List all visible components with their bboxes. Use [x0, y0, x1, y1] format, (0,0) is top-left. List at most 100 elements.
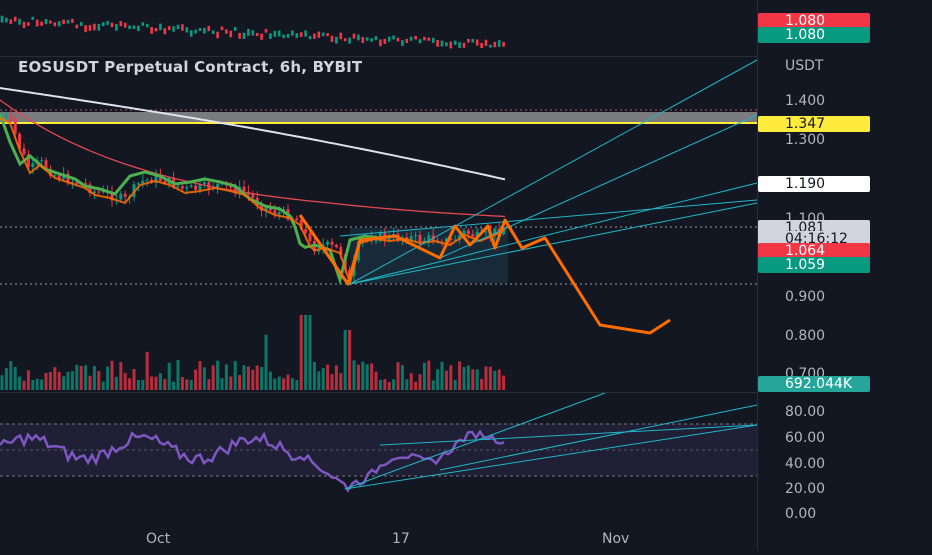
- volume-bar: [480, 378, 484, 390]
- mini-candle: [207, 25, 211, 32]
- mini-candle: [493, 41, 497, 48]
- volume-bar: [128, 378, 132, 390]
- mini-candle: [277, 30, 281, 37]
- volume-bar: [145, 351, 149, 390]
- mini-candle: [449, 41, 453, 49]
- candle-body: [22, 148, 26, 155]
- mini-candle: [414, 35, 417, 40]
- mini-candle: [445, 42, 448, 47]
- volume-bar: [84, 365, 88, 390]
- price-axis-label: 0.800: [785, 328, 826, 344]
- volume-bar: [211, 365, 215, 390]
- price-axis-currency: USDT: [785, 58, 824, 74]
- mini-candle: [480, 42, 483, 49]
- mini-candle: [115, 23, 118, 31]
- volume-bar: [62, 376, 66, 390]
- mini-candle: [198, 28, 202, 32]
- volume-bar: [167, 362, 171, 390]
- mini-candle: [31, 16, 35, 20]
- mini-candle: [176, 24, 180, 30]
- volume-bar: [75, 364, 79, 390]
- mini-candle: [167, 26, 171, 31]
- volume-bar: [431, 380, 435, 390]
- mini-candle: [335, 36, 338, 44]
- candle-body: [145, 179, 149, 181]
- mini-candle: [185, 27, 189, 33]
- price-tag-resistance: 1.347: [758, 116, 870, 132]
- mini-candle: [299, 32, 303, 37]
- volume-tag: 692.044K: [758, 376, 870, 392]
- volume-bar: [70, 371, 74, 390]
- mini-candle: [13, 16, 17, 22]
- mini-candle: [35, 19, 39, 27]
- volume-bar: [97, 371, 101, 390]
- volume-bar: [502, 375, 506, 390]
- volume-bar: [458, 361, 462, 390]
- mini-candle: [22, 21, 26, 29]
- mini-candle: [88, 24, 92, 31]
- volume-bar: [440, 361, 444, 390]
- volume-bar: [290, 378, 294, 390]
- x-axis-label: 17: [392, 531, 410, 547]
- volume-bar: [365, 364, 369, 390]
- mini-candle: [387, 36, 391, 42]
- volume-bar: [176, 360, 180, 390]
- volume-bar: [356, 364, 360, 390]
- mini-candle: [44, 19, 48, 25]
- volume-bar: [110, 360, 114, 390]
- mini-candle: [392, 35, 395, 40]
- mini-candle: [313, 33, 316, 39]
- volume-bar: [466, 365, 470, 390]
- volume-bar: [31, 380, 35, 390]
- candle-body: [295, 218, 299, 221]
- volume-bar: [308, 315, 312, 390]
- volume-bar: [202, 367, 206, 390]
- volume-bar: [66, 371, 70, 390]
- volume-bar: [427, 360, 431, 390]
- mini-candle: [352, 33, 356, 39]
- volume-bar: [260, 366, 264, 390]
- price-axis-label: 0.900: [785, 289, 826, 305]
- mini-candle: [357, 34, 360, 41]
- volume-bar: [422, 362, 426, 390]
- volume-bar: [405, 379, 409, 390]
- mini-candle: [374, 36, 378, 41]
- candle-body: [326, 241, 330, 245]
- candle-body: [277, 212, 281, 215]
- mini-candle: [409, 36, 413, 41]
- mini-candle: [431, 37, 435, 43]
- mini-candle: [370, 38, 373, 42]
- volume-bar: [326, 364, 330, 390]
- mini-candle: [57, 21, 61, 27]
- volume-bar: [396, 362, 400, 390]
- volume-bar: [92, 366, 96, 390]
- volume-bar: [123, 372, 127, 390]
- mini-candle: [154, 28, 158, 32]
- resistance-zone: [0, 112, 757, 123]
- volume-bar: [286, 374, 290, 390]
- volume-bar: [0, 375, 4, 390]
- volume-bar: [475, 369, 479, 390]
- volume-bar: [22, 380, 26, 390]
- mini-candle: [247, 28, 250, 36]
- candle-body: [471, 234, 475, 237]
- candle-body: [13, 118, 17, 134]
- mini-candle: [427, 37, 431, 41]
- mini-candle: [62, 19, 65, 25]
- volume-bar: [409, 373, 413, 390]
- pane-separator-top: [0, 56, 757, 57]
- volume-bar: [53, 367, 57, 390]
- mini-candle: [453, 40, 457, 45]
- mini-candle: [295, 33, 299, 38]
- volume-bar: [493, 370, 497, 390]
- mini-candle: [260, 33, 263, 40]
- volume-bar: [79, 365, 83, 390]
- volume-bar: [198, 361, 202, 390]
- volume-bar: [370, 363, 374, 390]
- mini-candle: [475, 39, 479, 46]
- volume-bar: [150, 376, 154, 390]
- candle-body: [141, 180, 145, 184]
- candle-body: [176, 186, 180, 188]
- mini-candle: [321, 32, 325, 37]
- price-axis-separator: [757, 0, 758, 550]
